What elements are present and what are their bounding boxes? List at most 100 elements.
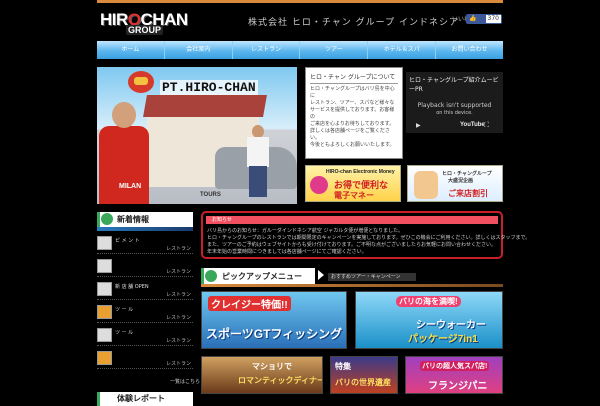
promo-world-heritage[interactable]: 特集 バリの世界遺産	[330, 356, 398, 394]
nav-item-restaurant[interactable]: レストラン	[233, 41, 301, 59]
nav-item-contact[interactable]: お問い合わせ	[436, 41, 503, 59]
fullscreen-icon[interactable]: ⛶	[484, 121, 489, 130]
report-title: 体験レポート	[117, 394, 165, 403]
video-message: Playback isn't supported	[417, 102, 492, 109]
news-item[interactable]: 新 店 舗 OPEN レストラン	[97, 279, 193, 300]
logo-text-a: HIR	[100, 10, 128, 29]
video-title: ヒロ・チャングループ紹介ムービーPR	[409, 77, 499, 93]
about-line: 詳しくは各店舗ページをご覧ください。	[310, 128, 390, 141]
promo-frangipani-spa[interactable]: バリの超人気スパ店! フランジパニ	[405, 356, 503, 394]
video-player[interactable]: ヒロ・チャングループ紹介ムービーPR Playback isn't suppor…	[406, 72, 503, 133]
news-thumbnail	[97, 351, 112, 365]
news-text: ツ ー ル	[115, 307, 134, 313]
main-nav: ホーム 会社案内 レストラン ツアー ホテル＆スパ お問い合わせ	[97, 41, 503, 59]
news-tag: レストラン	[165, 338, 191, 344]
logo-subtext: GROUP	[126, 25, 164, 35]
video-message-2: on this device.	[436, 110, 473, 116]
nav-item-company[interactable]: 会社案内	[165, 41, 233, 59]
promo-label: クレイジー特価!!	[208, 296, 291, 311]
about-line: レストラン、ツアー、スパなど様々な	[310, 100, 395, 106]
news-thumbnail	[97, 328, 112, 342]
about-line: サービスを提供しております。お客様の	[310, 107, 395, 120]
hirochan-logo[interactable]: HIROCHAN GROUP	[100, 10, 192, 36]
nav-item-hotel-spa[interactable]: ホテル＆スパ	[368, 41, 437, 59]
news-tag: レストラン	[165, 246, 191, 252]
hero-title: PT.HIRO-CHAN	[160, 80, 258, 95]
about-title: ヒロ・チャン グループについて	[310, 72, 398, 84]
news-tag: レストラン	[165, 269, 191, 275]
news-item[interactable]: ツ ー ルレストラン	[97, 302, 193, 323]
promo-seawalker[interactable]: バリの海を満喫! シーウォーカー パッケージ7in1	[355, 291, 503, 349]
pickup-tagline: おすすめツアー・キャンペーン	[328, 273, 416, 281]
notice-line: バリ島からのお知らせ：ガルーダインドネシア航空 ジャカルタ便が増便となりました。	[207, 228, 404, 234]
cartoon-face-icon	[414, 171, 438, 199]
news-text: ツ ー ル	[115, 330, 134, 336]
news-thumbnail	[97, 282, 112, 296]
promo-dinner[interactable]: マショリで ロマンティックディナー	[201, 356, 323, 394]
promo-title: バリの世界遺産	[335, 378, 391, 387]
banner-headline: ご来店割引	[448, 189, 488, 198]
thumbs-up-icon: 👍	[469, 15, 477, 22]
visit-discount-banner[interactable]: ヒロ・チャングループ 大盛況企画 ご来店割引	[407, 165, 503, 202]
play-icon[interactable]: ▶	[416, 122, 421, 129]
news-divider	[97, 227, 193, 231]
news-tag: レストラン	[165, 292, 191, 298]
news-text: 新 店 舗 OPEN	[115, 284, 149, 290]
like-count: 370	[485, 15, 501, 23]
arrow-right-icon	[318, 270, 324, 280]
banner-subheadline: 電子マネー	[334, 191, 374, 200]
pickup-title: ピックアップメニュー	[222, 272, 302, 281]
person-right	[247, 125, 269, 197]
promo-label: バリの超人気スパ店!	[420, 361, 490, 371]
emoney-banner[interactable]: HIRO-chan Electronic Money お得で便利な 電子マネー	[305, 165, 401, 202]
news-item[interactable]: レストラン	[97, 348, 193, 369]
youtube-logo[interactable]: YouTube	[460, 122, 485, 128]
mascot-icon	[128, 71, 154, 93]
promo-label: 特集	[335, 362, 351, 371]
promo-title: スポーツGTフィッシング	[206, 327, 343, 341]
leaf-icon	[101, 213, 113, 225]
promo-title: シーウォーカー	[416, 320, 486, 331]
pickup-heading: ピックアップメニュー	[201, 268, 315, 284]
promo-subtitle: パッケージ7in1	[408, 334, 478, 345]
nav-item-home[interactable]: ホーム	[97, 41, 165, 59]
about-line: ご来店を心よりお待ちしております。	[310, 121, 395, 127]
notice-title: お知らせ	[212, 217, 232, 223]
about-line: ヒロ・チャングループはバリ島を中心に	[310, 86, 395, 99]
news-item[interactable]: レストラン	[97, 256, 193, 277]
hero-image: TOURS MILAN PT.HIRO-CHAN	[97, 67, 297, 204]
report-heading: 体験レポート	[97, 392, 193, 406]
shirt-text: MILAN	[119, 183, 142, 190]
about-line: 今後ともよろしくお願いいたします。	[310, 142, 395, 148]
promo-label: バリの海を満喫!	[396, 296, 461, 307]
facebook-like-button[interactable]: 👍 370	[466, 14, 502, 24]
leaf-icon	[205, 270, 217, 282]
building-sign: TOURS	[200, 192, 221, 198]
notice-box: お知らせ バリ島からのお知らせ：ガルーダインドネシア航空 ジャカルタ便が増便とな…	[201, 211, 530, 259]
news-thumbnail	[97, 305, 112, 319]
flower-icon	[310, 176, 328, 194]
news-thumbnail	[97, 236, 112, 250]
notice-line: ヒロ・チャングループのレストランでは期間限定のキャンペーンを実施しております。ぜ…	[207, 235, 531, 241]
promo-title: フランジパニ	[428, 381, 488, 392]
news-title: 新着情報	[117, 215, 149, 224]
news-text: ピ メ ン ト	[115, 238, 140, 244]
about-box: ヒロ・チャン グループについて ヒロ・チャングループはバリ島を中心に レストラン…	[305, 67, 403, 159]
notice-titlebar: お知らせ	[206, 216, 498, 224]
news-tag: レストラン	[165, 315, 191, 321]
banner-caption: ヒロ・チャングループ	[442, 171, 492, 177]
news-item[interactable]: ツ ー ルレストラン	[97, 325, 193, 346]
notice-line: また、ツアーのご予約はウェブサイトからも受け付けております。ご不明な点がございま…	[207, 242, 497, 248]
building-roof	[143, 95, 267, 117]
promo-gt-fishing[interactable]: クレイジー特価!! スポーツGTフィッシング	[201, 291, 347, 349]
news-heading: 新着情報	[97, 212, 193, 227]
pickup-divider	[201, 284, 503, 287]
top-accent-line	[97, 0, 503, 3]
news-tag: レストラン	[165, 361, 191, 367]
news-item[interactable]: ピ メ ン トレストラン	[97, 233, 193, 254]
promo-label: マショリで	[252, 362, 292, 371]
nav-item-tour[interactable]: ツアー	[300, 41, 369, 59]
promo-title: ロマンティックディナー	[238, 376, 323, 385]
news-thumbnail	[97, 259, 112, 273]
site-tagline: 株式会社 ヒロ・チャン グループ インドネシア	[248, 18, 459, 28]
